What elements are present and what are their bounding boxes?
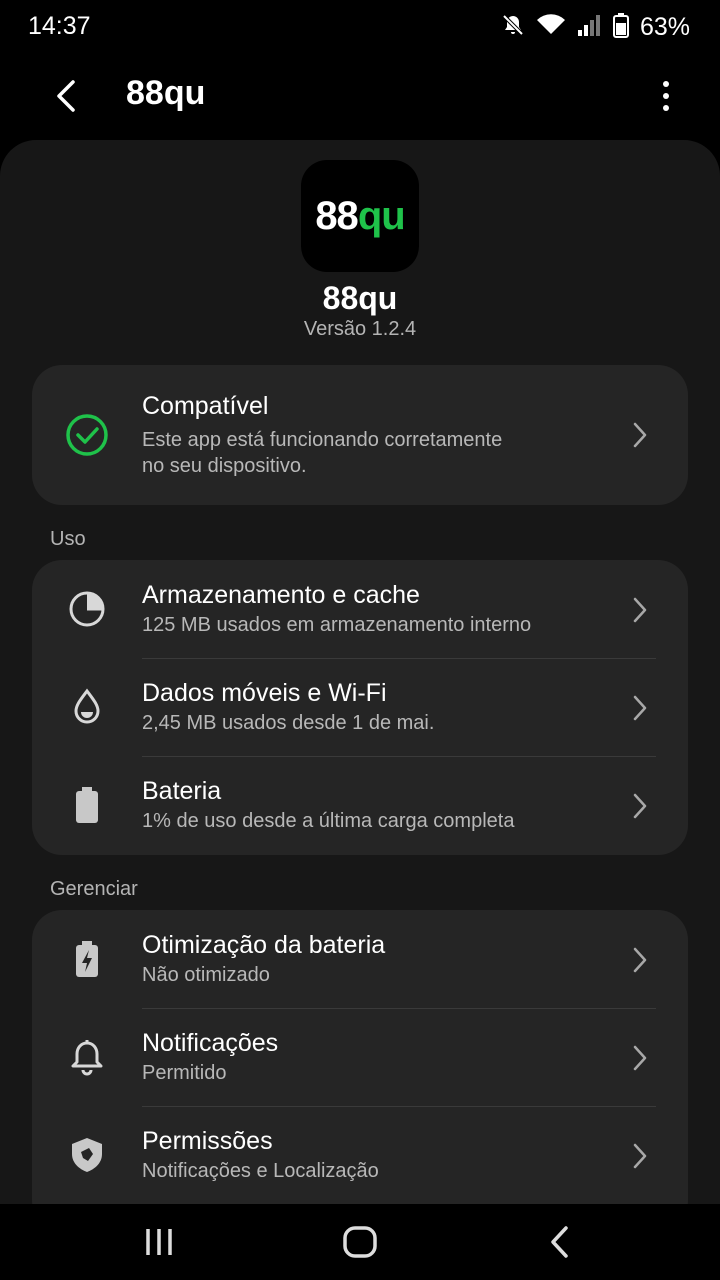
mute-icon xyxy=(500,12,526,43)
data-usage-subtitle: 2,45 MB usados desde 1 de mai. xyxy=(142,712,435,734)
storage-row[interactable]: Armazenamento e cache 125 MB usados em a… xyxy=(32,560,688,658)
recents-button[interactable] xyxy=(137,1222,181,1262)
data-usage-title: Dados móveis e Wi-Fi xyxy=(142,679,387,707)
notifications-row[interactable]: Notificações Permitido xyxy=(32,1008,688,1106)
battery-optimization-subtitle: Não otimizado xyxy=(142,964,270,986)
compatibility-row[interactable]: Compatível Este app está funcionando cor… xyxy=(32,365,688,505)
more-vert-icon xyxy=(663,81,669,111)
battery-title: Bateria xyxy=(142,777,222,805)
chevron-right-icon xyxy=(633,695,647,721)
storage-title: Armazenamento e cache xyxy=(142,581,420,609)
recents-icon xyxy=(146,1229,172,1255)
section-uso: Uso xyxy=(50,528,86,550)
permissions-subtitle: Notificações e Localização xyxy=(142,1160,379,1182)
check-circle-icon xyxy=(64,412,110,458)
status-bar: 14:37 63% xyxy=(0,0,720,54)
chevron-right-icon xyxy=(633,422,647,448)
chevron-right-icon xyxy=(633,793,647,819)
notifications-title: Notificações xyxy=(142,1029,279,1057)
battery-optimization-row[interactable]: Otimização da bateria Não otimizado xyxy=(32,910,688,1008)
status-icons: 63% xyxy=(500,10,690,44)
battery-row[interactable]: Bateria 1% de uso desde a última carga c… xyxy=(32,756,688,854)
compat-title: Compatível xyxy=(142,392,269,420)
app-name: 88qu xyxy=(322,280,398,316)
section-gerenciar: Gerenciar xyxy=(50,878,138,900)
signal-icon xyxy=(576,12,602,43)
app-logo: 88qu xyxy=(315,193,405,238)
notifications-subtitle: Permitido xyxy=(142,1062,227,1084)
status-time: 14:37 xyxy=(28,12,91,40)
back-arrow-icon xyxy=(57,80,75,112)
usage-card: Armazenamento e cache 125 MB usados em a… xyxy=(32,560,688,855)
app-info-sheet: 88qu 88qu Versão 1.2.4 Compatível Este a… xyxy=(0,140,720,1204)
battery-bolt-icon xyxy=(64,936,110,982)
battery-optimization-title: Otimização da bateria xyxy=(142,931,386,959)
nav-back-icon xyxy=(551,1226,568,1258)
chevron-right-icon xyxy=(633,597,647,623)
back-button[interactable] xyxy=(42,72,90,120)
bell-icon xyxy=(64,1034,110,1080)
wifi-icon xyxy=(536,12,566,43)
permissions-row[interactable]: Permissões Notificações e Localização xyxy=(32,1106,688,1204)
nav-back-button[interactable] xyxy=(538,1222,582,1262)
more-options-button[interactable] xyxy=(648,72,684,120)
data-usage-row[interactable]: Dados móveis e Wi-Fi 2,45 MB usados desd… xyxy=(32,658,688,756)
chevron-right-icon xyxy=(633,1143,647,1169)
data-drop-icon xyxy=(64,684,110,730)
app-icon: 88qu xyxy=(301,160,419,272)
storage-pie-icon xyxy=(64,586,110,632)
home-icon xyxy=(343,1226,377,1258)
battery-icon xyxy=(612,12,630,43)
compatibility-card[interactable]: Compatível Este app está funcionando cor… xyxy=(32,365,688,505)
battery-percent: 63% xyxy=(639,12,690,41)
battery-usage-icon xyxy=(64,782,110,828)
manage-card: Otimização da bateria Não otimizado Noti… xyxy=(32,910,688,1204)
home-button[interactable] xyxy=(338,1222,382,1262)
page-title: 88qu xyxy=(126,74,206,112)
battery-subtitle: 1% de uso desde a última carga completa xyxy=(142,810,515,832)
chevron-right-icon xyxy=(633,1045,647,1071)
shield-icon xyxy=(64,1132,110,1178)
compat-subtitle-2: no seu dispositivo. xyxy=(142,455,307,477)
compat-subtitle-1: Este app está funcionando corretamente xyxy=(142,429,503,451)
chevron-right-icon xyxy=(633,947,647,973)
storage-subtitle: 125 MB usados em armazenamento interno xyxy=(142,614,532,636)
navigation-bar xyxy=(0,1204,720,1280)
app-bar: 88qu xyxy=(0,54,720,138)
app-version: Versão 1.2.4 xyxy=(303,318,417,340)
permissions-title: Permissões xyxy=(142,1127,273,1155)
